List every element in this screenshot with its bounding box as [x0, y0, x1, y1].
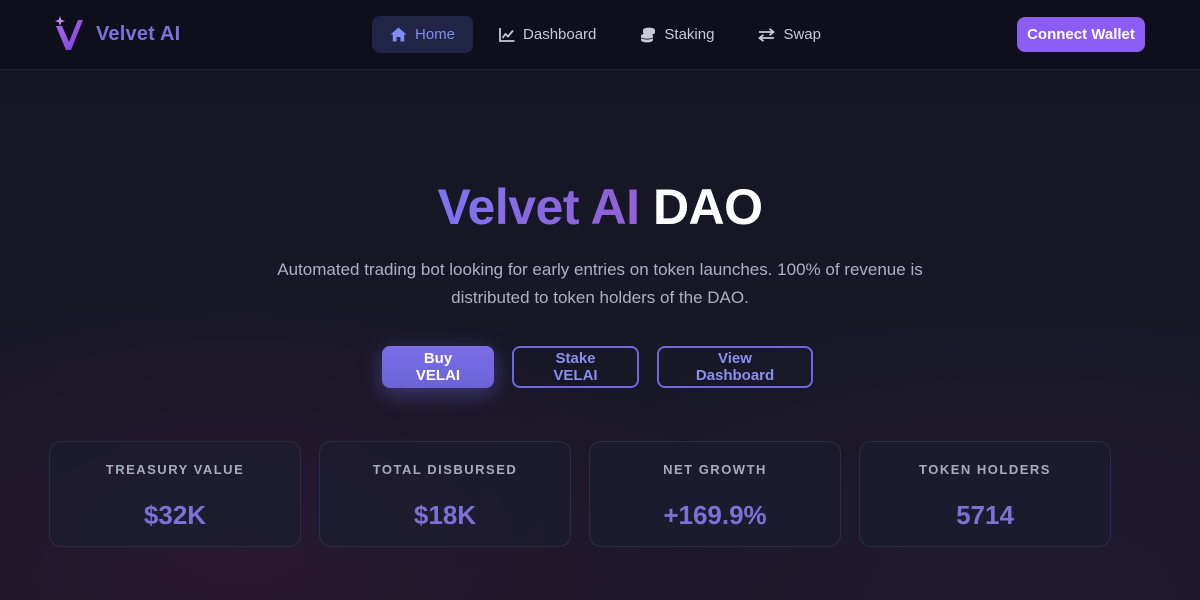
stats-row: TREASURY VALUE $32K TOTAL DISBURSED $18K… [49, 441, 1111, 547]
hero-title: Velvet AI DAO [0, 178, 1200, 236]
nav-item-label: Staking [664, 26, 715, 43]
nav-item-home[interactable]: Home [372, 16, 474, 53]
hero-title-highlight: Velvet AI [437, 179, 640, 235]
cta-buttons: Buy VELAI Stake VELAI View Dashboard [382, 346, 813, 388]
coins-icon [640, 27, 656, 43]
stat-card-disbursed: TOTAL DISBURSED $18K [319, 441, 571, 547]
nav-item-dashboard[interactable]: Dashboard [481, 16, 614, 53]
stat-card-holders: TOKEN HOLDERS 5714 [859, 441, 1111, 547]
stat-value: $32K [143, 500, 207, 530]
stat-value: +169.9% [663, 500, 767, 530]
nav-item-label: Dashboard [523, 26, 597, 43]
nav-item-label: Swap [783, 26, 821, 43]
hero-subtitle: Automated trading bot looking for early … [277, 260, 923, 307]
nav-item-label: Home [415, 26, 456, 43]
hero-title-rest: DAO [652, 179, 763, 235]
connect-wallet-button[interactable]: Connect Wallet [1017, 17, 1145, 52]
velvet-logo-icon [54, 16, 84, 52]
stat-label: NET GROWTH [663, 462, 767, 477]
stat-label: TOTAL DISBURSED [372, 462, 518, 477]
brand-name: Velvet AI [96, 22, 181, 45]
stake-velai-button[interactable]: Stake VELAI [512, 346, 639, 388]
chart-line-icon [499, 27, 515, 42]
main-nav: Home Dashboard Staking Swap [372, 16, 839, 53]
view-dashboard-button[interactable]: View Dashboard [657, 346, 813, 388]
buy-velai-button[interactable]: Buy VELAI [382, 346, 494, 388]
stat-value: $18K [413, 500, 477, 530]
nav-item-staking[interactable]: Staking [622, 16, 732, 53]
top-navbar: Velvet AI Home Dashboard Staking Swap Co… [0, 0, 1200, 70]
home-icon [390, 27, 407, 42]
stat-card-treasury: TREASURY VALUE $32K [49, 441, 301, 547]
stat-card-growth: NET GROWTH +169.9% [589, 441, 841, 547]
brand[interactable]: Velvet AI [54, 15, 180, 53]
stat-value: 5714 [956, 500, 1014, 530]
stat-label: TREASURY VALUE [105, 462, 245, 477]
stat-label: TOKEN HOLDERS [919, 462, 1051, 477]
nav-item-swap[interactable]: Swap [740, 16, 839, 53]
swap-arrows-icon [758, 27, 776, 42]
